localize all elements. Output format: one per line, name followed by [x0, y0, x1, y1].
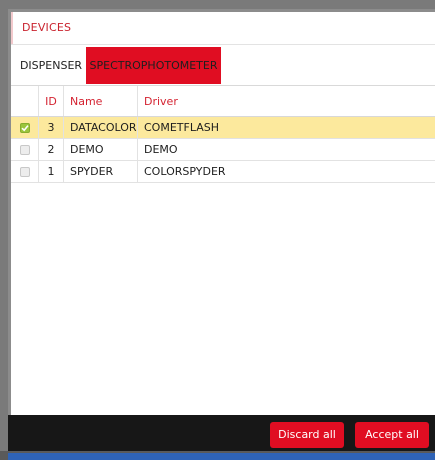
row-driver: COMETFLASH — [144, 121, 219, 134]
row-driver: DEMO — [144, 143, 178, 156]
table-row[interactable]: 2 DEMO DEMO — [11, 139, 435, 161]
row-name: SPYDER — [64, 161, 138, 182]
table-header-row: ID Name Driver — [11, 86, 435, 117]
device-tabs: DISPENSER SPECTROPHOTOMETER — [11, 44, 435, 86]
taskbar-bar — [8, 453, 435, 460]
devices-panel: DEVICES DISPENSER SPECTROPHOTOMETER ID N… — [8, 9, 435, 415]
table-row[interactable]: 1 SPYDER COLORSPYDER — [11, 161, 435, 183]
row-checkbox[interactable] — [19, 144, 30, 155]
checkmark-icon — [20, 124, 29, 131]
column-header-select — [11, 86, 39, 116]
taskbar-strip — [0, 451, 435, 460]
row-name: DATACOLOR — [64, 117, 138, 138]
accept-all-button[interactable]: Accept all — [355, 422, 429, 448]
column-header-driver[interactable]: Driver — [138, 86, 435, 116]
row-id: 1 — [39, 161, 64, 182]
panel-title: DEVICES — [11, 12, 435, 44]
action-footer: Discard all Accept all — [8, 415, 435, 451]
row-name: DEMO — [64, 139, 138, 160]
row-id: 2 — [39, 139, 64, 160]
row-select-cell[interactable] — [11, 117, 39, 138]
column-header-name[interactable]: Name — [64, 86, 138, 116]
row-id: 3 — [39, 117, 64, 138]
row-checkbox[interactable] — [19, 122, 30, 133]
row-driver: COLORSPYDER — [144, 165, 226, 178]
row-select-cell[interactable] — [11, 139, 39, 160]
column-header-id[interactable]: ID — [39, 86, 64, 116]
row-select-cell[interactable] — [11, 161, 39, 182]
row-checkbox[interactable] — [19, 166, 30, 177]
tab-dispenser[interactable]: DISPENSER — [15, 47, 87, 84]
table-row[interactable]: 3 DATACOLOR COMETFLASH — [11, 117, 435, 139]
discard-all-button[interactable]: Discard all — [270, 422, 344, 448]
app-frame: DEVICES DISPENSER SPECTROPHOTOMETER ID N… — [0, 0, 435, 460]
tab-spectrophotometer[interactable]: SPECTROPHOTOMETER — [86, 47, 221, 84]
devices-table: ID Name Driver 3 DATACOLOR COMETFLASH 2 … — [11, 86, 435, 183]
